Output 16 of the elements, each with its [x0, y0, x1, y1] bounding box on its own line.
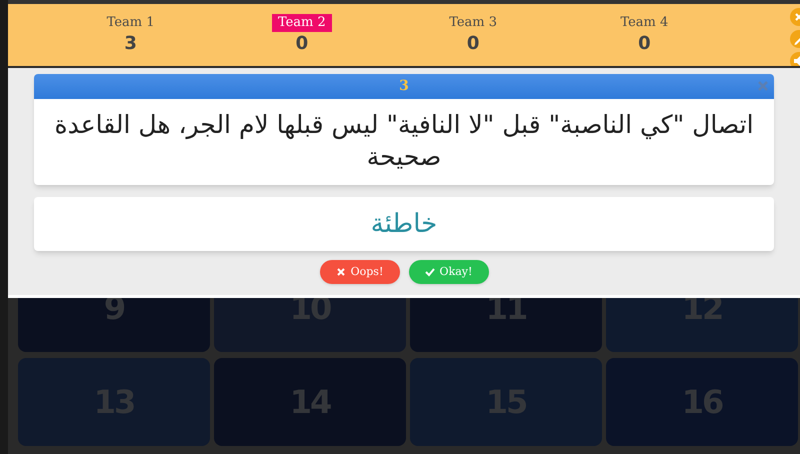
- answer-text: خاطئة: [370, 208, 438, 240]
- team-score: 0: [466, 32, 480, 56]
- oops-button[interactable]: Oops!: [320, 260, 400, 284]
- team-name[interactable]: Team 3: [443, 14, 504, 32]
- okay-button[interactable]: Okay!: [408, 260, 488, 284]
- question-text: اتصال "كي الناصبة" قبل "لا النافية" ليس قبلها لام الجر، هل القاعدة صحيحة: [53, 109, 755, 173]
- team-score: 3: [124, 32, 137, 56]
- question-number: 3: [399, 77, 409, 96]
- team-name[interactable]: Team 2: [272, 14, 332, 32]
- check-icon: [424, 267, 435, 277]
- team-score: 0: [296, 32, 308, 56]
- close-icon[interactable]: [758, 81, 768, 91]
- team-score: 0: [638, 32, 651, 56]
- team-name[interactable]: Team 1: [100, 14, 161, 32]
- team-name[interactable]: Team 4: [614, 14, 674, 32]
- close-icon: [336, 267, 346, 277]
